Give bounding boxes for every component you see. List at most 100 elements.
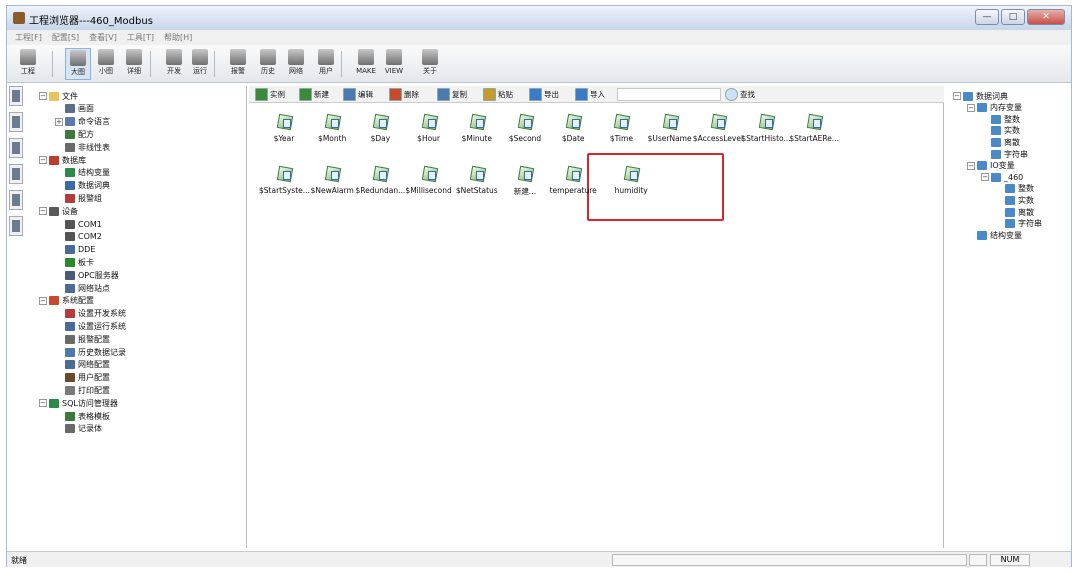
dictionary-tree-node[interactable]: 离散: [981, 136, 1020, 148]
tree-node[interactable]: 配方: [55, 128, 94, 140]
new-button[interactable]: 新建: [299, 88, 329, 101]
tree-node[interactable]: + 命令语言: [55, 116, 110, 128]
tree-node[interactable]: COM1: [55, 218, 102, 230]
dictionary-tree-node[interactable]: − 数据词典: [953, 90, 1008, 102]
variable-item[interactable]: $Redundan...: [355, 165, 405, 196]
vertical-tab[interactable]: [9, 190, 23, 210]
copy-button[interactable]: 复制: [437, 88, 467, 101]
search-button[interactable]: 查找: [725, 88, 755, 101]
variable-item[interactable]: $AccessLevel: [693, 113, 743, 144]
toolbar-button-6[interactable]: 报警: [225, 48, 251, 80]
dictionary-tree-node[interactable]: 整数: [981, 113, 1020, 125]
toolbar-button-0[interactable]: 工程: [15, 48, 41, 80]
vertical-tab[interactable]: [9, 216, 23, 236]
toolbar-button-7[interactable]: 历史: [255, 48, 281, 80]
collapse-icon[interactable]: −: [967, 103, 975, 112]
menu-item[interactable]: 工具[T]: [127, 30, 154, 45]
menu-item[interactable]: 帮助[H]: [164, 30, 192, 45]
tree-node[interactable]: − 数据库: [39, 154, 86, 166]
tree-node[interactable]: 表格模板: [55, 410, 110, 422]
tree-node[interactable]: 板卡: [55, 256, 94, 268]
variable-item[interactable]: $Minute: [452, 113, 502, 144]
variable-item[interactable]: $NetStatus: [452, 165, 502, 196]
tree-node[interactable]: 结构变量: [55, 167, 110, 179]
tree-node[interactable]: OPC服务器: [55, 269, 119, 281]
collapse-icon[interactable]: −: [39, 296, 47, 305]
dictionary-tree-node[interactable]: − 内存变量: [967, 102, 1022, 114]
menu-item[interactable]: 工程[F]: [15, 30, 42, 45]
tree-node[interactable]: 打印配置: [55, 384, 110, 396]
paste-button[interactable]: 粘贴: [483, 88, 513, 101]
variable-item[interactable]: $Day: [355, 113, 405, 144]
dictionary-tree-node[interactable]: 结构变量: [967, 229, 1022, 241]
toolbar-button-9[interactable]: 用户: [313, 48, 339, 80]
tree-node[interactable]: 网络配置: [55, 359, 110, 371]
instance-button[interactable]: 实例: [255, 88, 285, 101]
toolbar-button-10[interactable]: MAKE: [353, 48, 379, 80]
vertical-tab[interactable]: [9, 112, 23, 132]
tree-node[interactable]: 设置运行系统: [55, 320, 126, 332]
toolbar-button-11[interactable]: VIEW: [381, 48, 407, 80]
toolbar-button-3[interactable]: 详细: [121, 48, 147, 80]
tree-node[interactable]: 用户配置: [55, 372, 110, 384]
tree-node[interactable]: 记录体: [55, 423, 102, 435]
variable-item[interactable]: $Date: [548, 113, 598, 144]
tree-node[interactable]: COM2: [55, 231, 102, 243]
tree-node[interactable]: − 设备: [39, 205, 78, 217]
toolbar-button-2[interactable]: 小图: [93, 48, 119, 80]
variable-item[interactable]: $Month: [307, 113, 357, 144]
vertical-tab[interactable]: [9, 138, 23, 158]
tree-node[interactable]: − 文件: [39, 90, 78, 102]
export-button[interactable]: 导出: [529, 88, 559, 101]
collapse-icon[interactable]: −: [39, 92, 47, 100]
variable-item[interactable]: $Year: [259, 113, 309, 144]
tree-node[interactable]: 报警配置: [55, 333, 110, 345]
delete-button[interactable]: 删除: [389, 88, 419, 101]
vertical-tab[interactable]: [9, 164, 23, 184]
variable-item[interactable]: $NewAlarm: [307, 165, 357, 196]
variable-item[interactable]: $StartHisto...: [741, 113, 791, 144]
menu-item[interactable]: 配置[S]: [52, 30, 79, 45]
variable-item[interactable]: humidity: [606, 165, 656, 196]
edit-button[interactable]: 编辑: [343, 88, 373, 101]
dictionary-tree-node[interactable]: 实数: [995, 194, 1034, 206]
import-button[interactable]: 导入: [575, 88, 605, 101]
variable-item[interactable]: $StartSyste...: [259, 165, 310, 196]
toolbar-button-5[interactable]: 运行: [187, 48, 213, 80]
tree-node[interactable]: − SQL访问管理器: [39, 397, 118, 409]
vertical-tab[interactable]: [9, 86, 23, 106]
collapse-icon[interactable]: −: [953, 92, 961, 100]
dictionary-tree-node[interactable]: 字符串: [995, 218, 1042, 230]
variable-item[interactable]: $Hour: [404, 113, 454, 144]
dictionary-tree-node[interactable]: 离散: [995, 206, 1034, 218]
close-button[interactable]: ✕: [1027, 9, 1065, 25]
dictionary-tree-node[interactable]: 字符串: [981, 148, 1028, 160]
minimize-button[interactable]: —: [975, 9, 999, 25]
menu-item[interactable]: 查看[V]: [89, 30, 117, 45]
toolbar-button-1[interactable]: 大图: [65, 48, 91, 80]
search-input[interactable]: [617, 88, 721, 101]
tree-node[interactable]: 历史数据记录: [55, 346, 126, 358]
tree-node[interactable]: 网络站点: [55, 282, 110, 294]
collapse-icon[interactable]: −: [981, 173, 989, 182]
variable-item[interactable]: 新建...: [500, 165, 550, 197]
tree-node[interactable]: 画面: [55, 103, 94, 115]
tree-node[interactable]: 数据词典: [55, 180, 110, 192]
collapse-icon[interactable]: −: [39, 399, 47, 408]
tree-node[interactable]: 报警组: [55, 192, 102, 204]
collapse-icon[interactable]: −: [967, 161, 975, 170]
variable-item[interactable]: temperature: [548, 165, 598, 196]
variable-item[interactable]: $Millisecond: [404, 165, 454, 196]
tree-node[interactable]: 设置开发系统: [55, 308, 126, 320]
toolbar-button-12[interactable]: 关于: [417, 48, 443, 80]
variable-item[interactable]: $UserName: [645, 113, 695, 144]
dictionary-tree-node[interactable]: − _460: [981, 171, 1023, 183]
variable-item[interactable]: $Time: [596, 113, 646, 144]
dictionary-tree-node[interactable]: − IO变量: [967, 160, 1015, 172]
dictionary-tree-node[interactable]: 整数: [995, 183, 1034, 195]
dictionary-tree-node[interactable]: 实数: [981, 125, 1020, 137]
variable-item[interactable]: $Second: [500, 113, 550, 144]
toolbar-button-4[interactable]: 开发: [161, 48, 187, 80]
collapse-icon[interactable]: −: [39, 207, 47, 216]
tree-node[interactable]: − 系统配置: [39, 295, 94, 307]
